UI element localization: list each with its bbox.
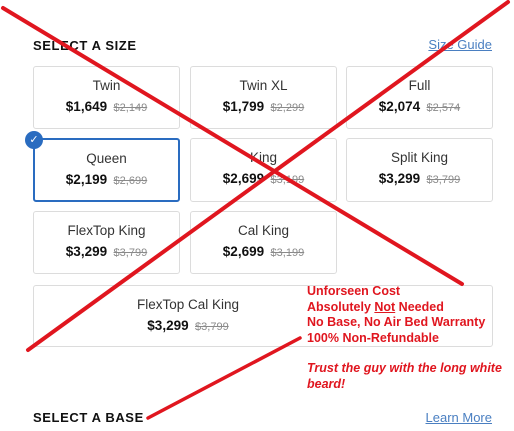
original-price: $3,199 [270, 247, 305, 259]
annotation-line-2: Absolutely Not Needed [307, 299, 444, 314]
original-price: $2,149 [113, 102, 148, 114]
size-guide-link[interactable]: Size Guide [428, 37, 492, 52]
sale-price: $2,074 [378, 99, 421, 114]
size-name: FlexTop King [67, 223, 146, 238]
original-price: $2,699 [113, 175, 148, 187]
annotation-line-4: 100% Non-Refundable [307, 330, 439, 345]
size-option-king[interactable]: King $2,699 $3,199 [190, 138, 337, 202]
size-name: Twin XL [239, 78, 288, 93]
sale-price: $3,299 [378, 171, 421, 186]
original-price: $2,574 [426, 102, 461, 114]
annotation-note: Unforseen Cost Absolutely Not Needed No … [307, 284, 507, 392]
sale-price: $1,799 [222, 99, 265, 114]
sale-price: $3,299 [65, 244, 108, 259]
select-base-heading: SELECT A BASE [33, 410, 144, 425]
size-name: Twin [92, 78, 121, 93]
original-price: $3,799 [426, 174, 461, 186]
size-option-twin-xl[interactable]: Twin XL $1,799 $2,299 [190, 66, 337, 129]
size-option-queen[interactable]: Queen $2,199 $2,699 [33, 138, 180, 202]
sale-price: $2,699 [222, 244, 265, 259]
original-price: $3,199 [270, 174, 305, 186]
annotation-quote: Trust the guy with the long white beard! [307, 361, 502, 391]
checkmark-icon: ✓ [25, 131, 43, 149]
sale-price: $2,199 [65, 172, 108, 187]
annotation-line-1: Unforseen Cost [307, 284, 401, 298]
size-option-cal-king[interactable]: Cal King $2,699 $3,199 [190, 211, 337, 274]
size-option-split-king[interactable]: Split King $3,299 $3,799 [346, 138, 493, 202]
original-price: $2,299 [270, 102, 305, 114]
learn-more-link[interactable]: Learn More [426, 410, 492, 425]
size-name: King [249, 150, 278, 165]
sale-price: $1,649 [65, 99, 108, 114]
select-size-heading: SELECT A SIZE [33, 38, 137, 53]
original-price: $3,799 [195, 321, 229, 333]
size-name: Full [408, 78, 431, 93]
annotation-line-3: No Base, No Air Bed Warranty [307, 315, 486, 329]
size-option-twin[interactable]: Twin $1,649 $2,149 [33, 66, 180, 129]
size-option-full[interactable]: Full $2,074 $2,574 [346, 66, 493, 129]
original-price: $3,799 [113, 247, 148, 259]
size-name: Queen [86, 151, 127, 166]
size-selector-panel: SELECT A SIZE Size Guide Twin $1,649 $2,… [0, 0, 514, 431]
size-name: Split King [390, 150, 449, 165]
sale-price: $3,299 [147, 318, 189, 333]
size-name: Cal King [237, 223, 290, 238]
size-option-flextop-king[interactable]: FlexTop King $3,299 $3,799 [33, 211, 180, 274]
sale-price: $2,699 [222, 171, 265, 186]
pointer-line [146, 336, 302, 420]
